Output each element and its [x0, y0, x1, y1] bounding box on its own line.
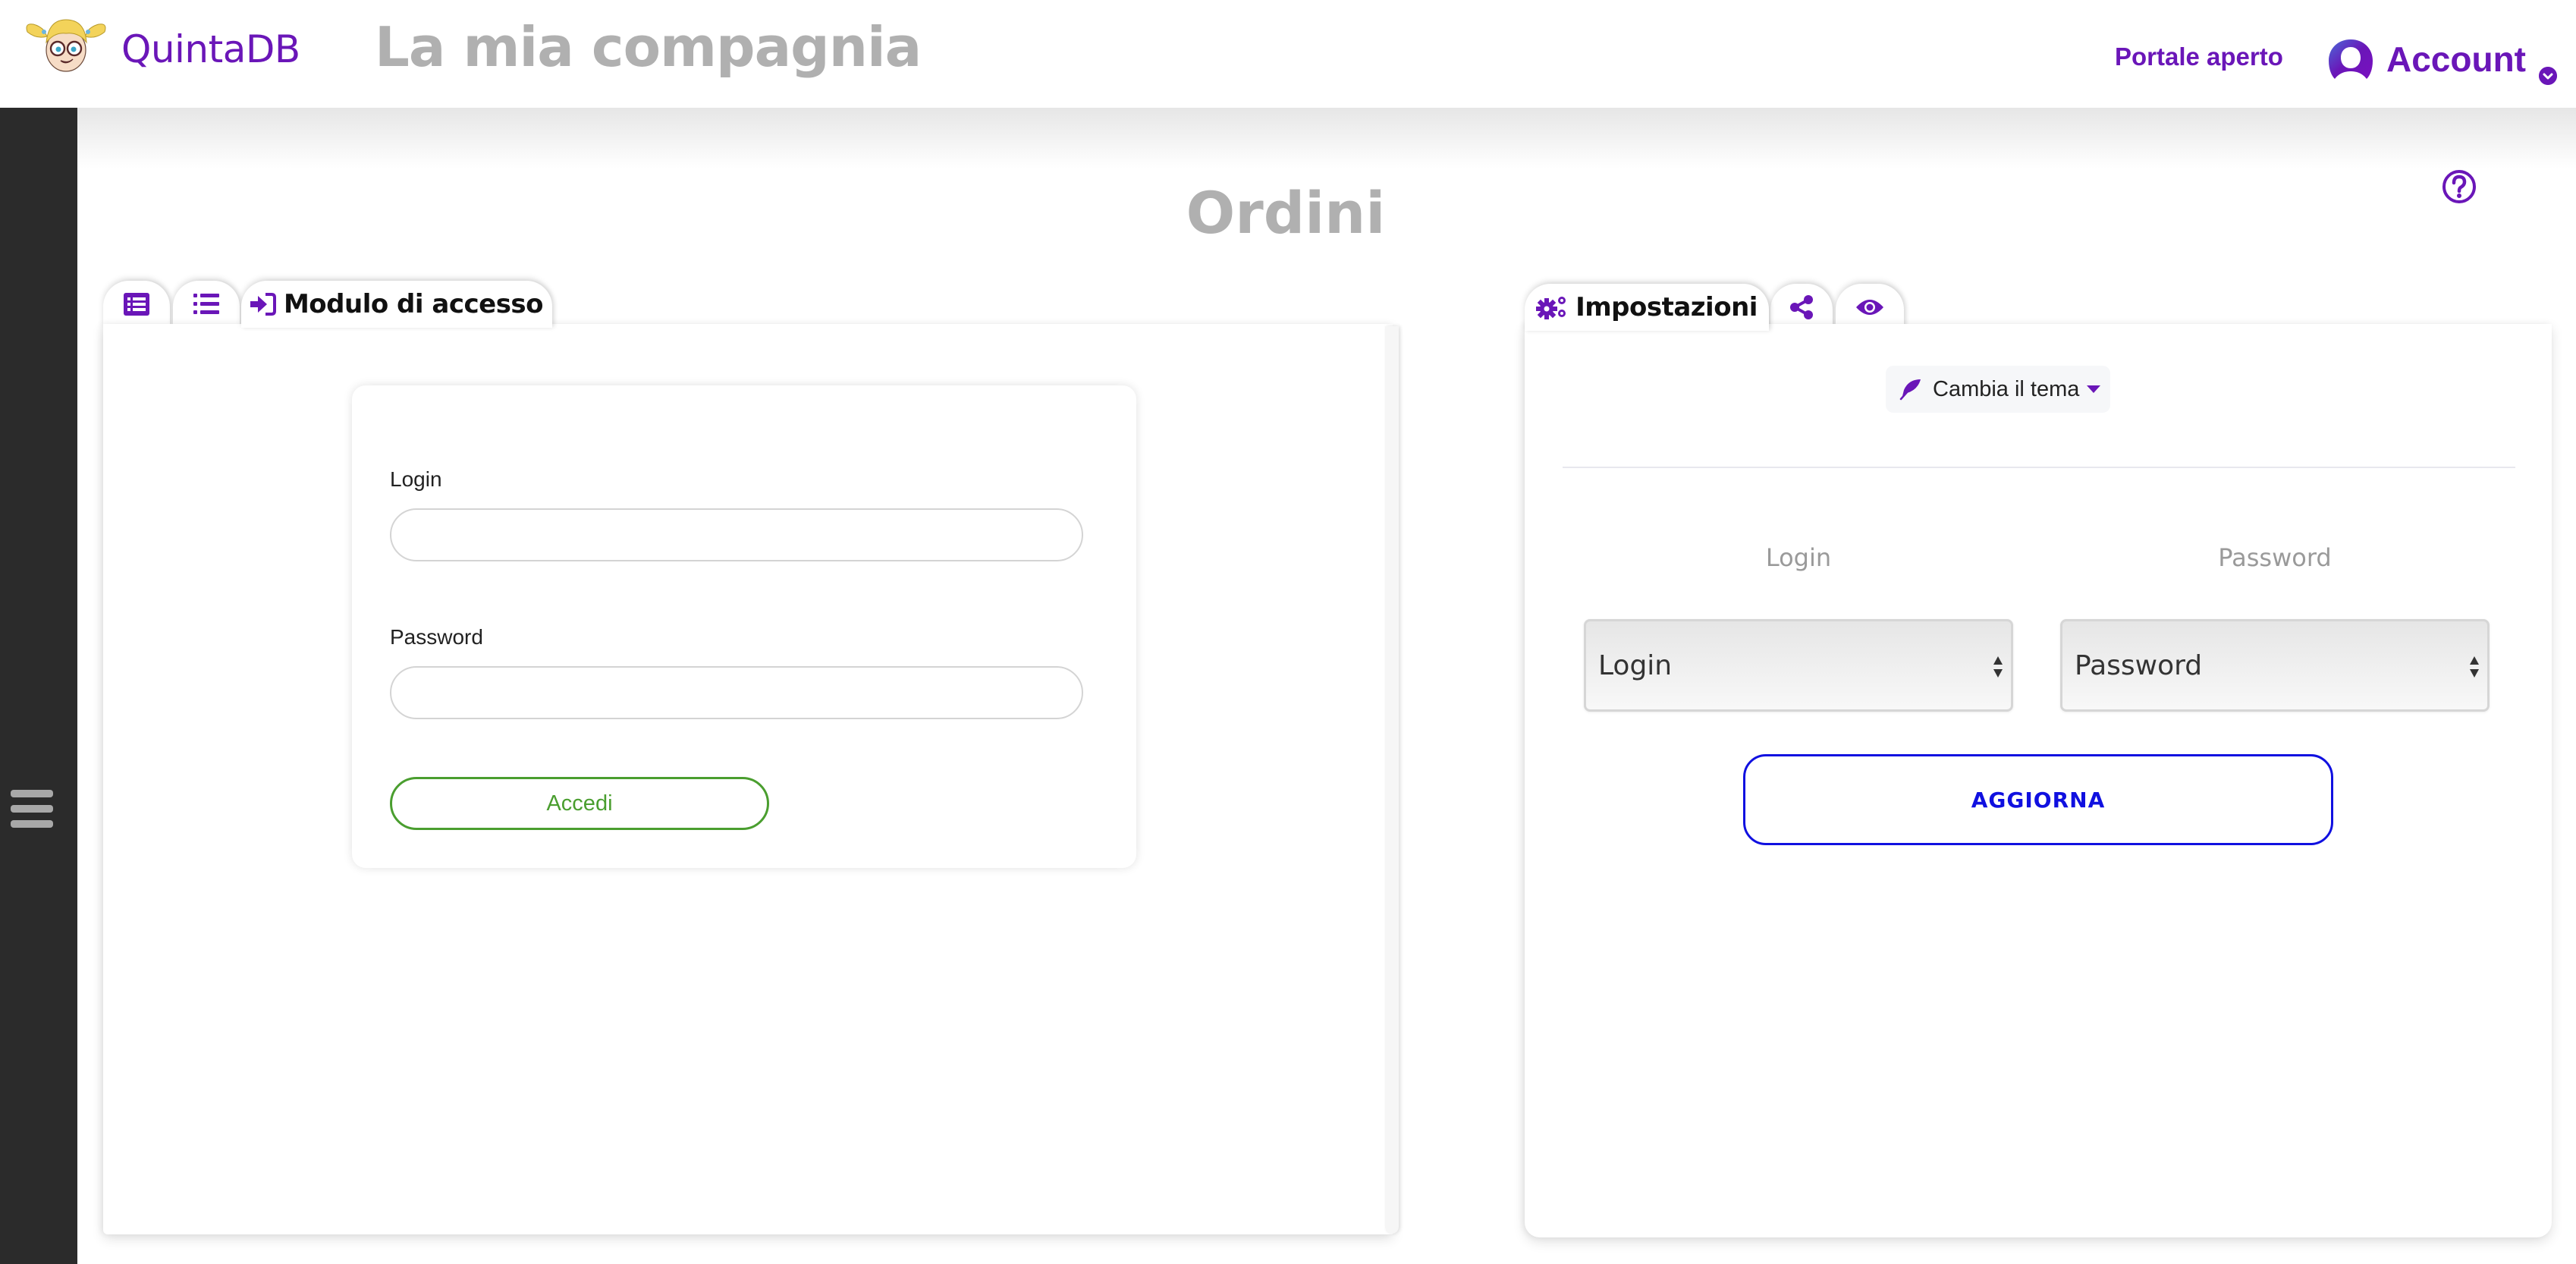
login-label: Login — [390, 467, 442, 491]
tab-list-view[interactable] — [173, 281, 240, 328]
user-avatar-icon — [2329, 39, 2373, 79]
cartoon-girl-logo-icon[interactable] — [21, 15, 111, 73]
eye-icon — [1856, 300, 1883, 315]
caret-down-icon — [2087, 385, 2101, 393]
password-field-select[interactable]: Password — [2060, 619, 2490, 712]
select-arrows-icon — [2470, 656, 2479, 678]
password-mapping-label: Password — [2218, 543, 2332, 572]
password-select-value: Password — [2075, 649, 2203, 681]
password-label: Password — [390, 625, 483, 649]
login-form-card: Login Password Accedi — [352, 385, 1136, 868]
login-input[interactable] — [390, 508, 1083, 561]
hamburger-icon[interactable] — [9, 790, 55, 829]
company-name: La mia compagnia — [375, 15, 922, 79]
tab-label: Impostazioni — [1575, 292, 1758, 322]
account-label: Account — [2386, 39, 2526, 79]
question-circle-icon[interactable] — [2441, 168, 2477, 205]
settings-divider — [1563, 467, 2515, 468]
update-button[interactable]: AGGIORNA — [1743, 754, 2333, 845]
feather-icon — [1899, 379, 1921, 401]
tab-table-view[interactable] — [103, 281, 170, 328]
table-icon — [124, 293, 149, 316]
page-title: Ordini — [1186, 179, 1386, 247]
tab-label: Modulo di accesso — [283, 289, 544, 319]
login-field-select[interactable]: Login — [1584, 619, 2013, 712]
brand-name[interactable]: QuintaDB — [121, 27, 300, 71]
password-input[interactable] — [390, 666, 1083, 719]
list-icon — [193, 294, 219, 314]
open-portal-link[interactable]: Portale aperto — [2115, 42, 2283, 71]
login-mapping-label: Login — [1765, 543, 1832, 572]
share-icon — [1790, 295, 1813, 319]
tab-login-form[interactable]: Modulo di accesso — [241, 281, 552, 328]
cogs-icon — [1536, 297, 1566, 319]
login-select-value: Login — [1598, 649, 1673, 681]
change-theme-label: Cambia il tema — [1933, 376, 2080, 401]
change-theme-button[interactable]: Cambia il tema — [1886, 366, 2110, 413]
account-menu[interactable]: Account — [2327, 36, 2526, 82]
sidebar — [0, 108, 77, 1264]
tab-settings[interactable]: Impostazioni — [1525, 284, 1769, 331]
top-header: QuintaDB La mia compagnia Portale aperto… — [0, 0, 2576, 108]
select-arrows-icon — [1993, 656, 2003, 678]
chevron-down-circle-icon[interactable] — [2539, 67, 2557, 85]
panel-scrollbar[interactable] — [1385, 326, 1399, 1234]
sign-in-icon — [250, 293, 276, 316]
login-submit-button[interactable]: Accedi — [390, 777, 769, 830]
header-shadow — [77, 108, 2576, 168]
